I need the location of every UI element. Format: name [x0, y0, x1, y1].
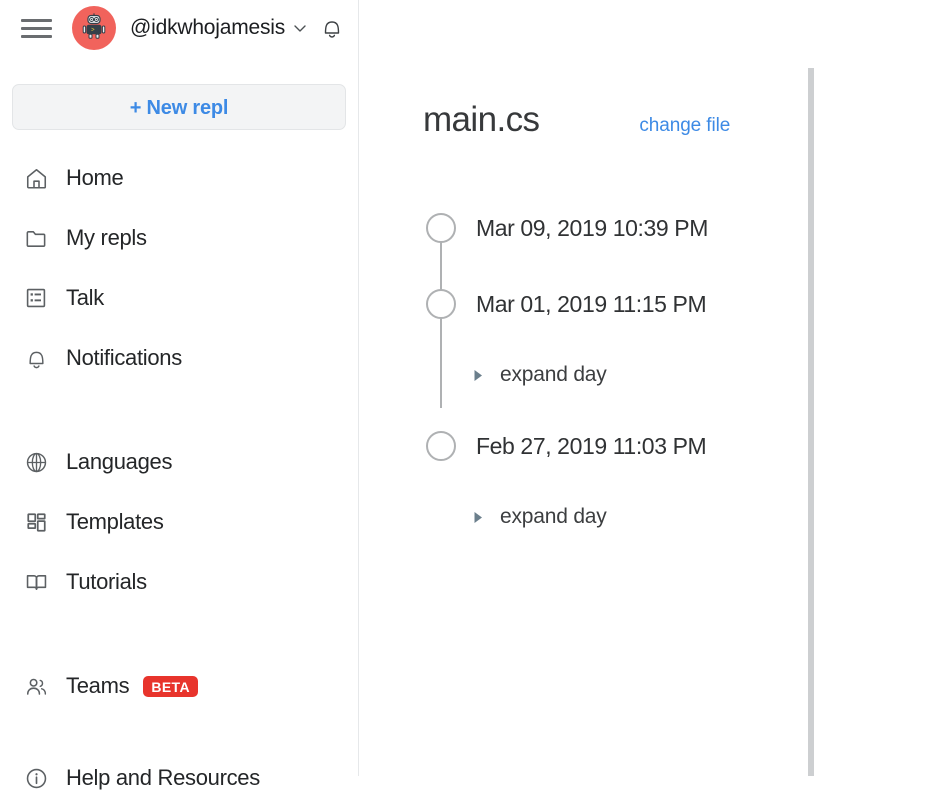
timeline-marker — [423, 370, 459, 484]
file-history-panel: main.cs change file Mar 09, 2019 10:39 P… — [359, 0, 940, 550]
timeline-node-icon — [426, 431, 456, 461]
info-icon — [22, 764, 50, 792]
sidebar-item-label: Home — [66, 165, 124, 190]
sidebar-item-label: Help and Resources — [66, 765, 260, 790]
expand-day-label: expand day — [500, 363, 607, 386]
sidebar-item-label: Teams — [66, 673, 130, 698]
globe-icon — [22, 448, 50, 476]
sidebar-item-label: Languages — [66, 449, 173, 474]
sidebar-group-help: Help and Resources — [0, 748, 358, 808]
sidebar-item-label: Notifications — [66, 345, 182, 370]
svg-text:>: > — [91, 27, 95, 34]
timeline-connector — [440, 370, 442, 408]
avatar[interactable]: > — [72, 6, 116, 50]
sidebar-item-languages[interactable]: Languages — [0, 432, 358, 492]
sidebar-item-templates[interactable]: Templates — [0, 492, 358, 552]
sidebar-header: > @idkwhojamesis — [0, 0, 358, 56]
grid-icon — [22, 508, 50, 536]
status-badge: BETA — [143, 675, 198, 697]
sidebar-item-label: Talk — [66, 285, 104, 310]
hamburger-menu-icon[interactable] — [14, 8, 60, 48]
users-icon — [22, 672, 50, 700]
change-file-link[interactable]: change file — [639, 115, 730, 137]
main-content: main.cs change file Mar 09, 2019 10:39 P… — [359, 0, 940, 776]
timeline-entry[interactable]: Feb 27, 2019 11:03 PM — [423, 370, 940, 484]
timeline-node-icon — [426, 289, 456, 319]
caret-right-icon — [471, 510, 485, 524]
file-header: main.cs change file — [423, 100, 940, 156]
sidebar-item-label: Tutorials — [66, 569, 147, 594]
new-repl-button[interactable]: + New repl — [12, 84, 346, 130]
sidebar-item-my-repls[interactable]: My repls — [0, 208, 358, 268]
sidebar: > @idkwhojamesis + New repl Home My repl… — [0, 0, 359, 790]
timeline-entry[interactable]: Mar 01, 2019 11:15 PM — [423, 228, 940, 380]
timeline-node-icon — [426, 213, 456, 243]
notifications-bell-icon[interactable] — [320, 15, 344, 41]
app-root: > @idkwhojamesis + New repl Home My repl… — [0, 0, 940, 790]
chevron-down-icon[interactable] — [292, 20, 308, 36]
expand-day-button[interactable]: expand day — [423, 484, 940, 550]
robot-avatar-icon: > — [82, 13, 106, 39]
sidebar-item-label: My repls — [66, 225, 147, 250]
timeline-date-label: Feb 27, 2019 11:03 PM — [476, 432, 707, 459]
list-box-icon — [22, 284, 50, 312]
timeline-date-label: Mar 09, 2019 10:39 PM — [476, 214, 708, 241]
timeline-date-label: Mar 01, 2019 11:15 PM — [476, 290, 707, 317]
expand-day-button[interactable]: expand day — [423, 342, 940, 408]
sidebar-item-home[interactable]: Home — [0, 148, 358, 208]
sidebar-item-notifications[interactable]: Notifications — [0, 328, 358, 388]
sidebar-item-tutorials[interactable]: Tutorials — [0, 552, 358, 612]
book-icon — [22, 568, 50, 596]
vertical-scrollbar[interactable] — [808, 68, 814, 776]
timeline-entry[interactable]: Mar 09, 2019 10:39 PM — [423, 190, 940, 304]
bell-icon — [22, 344, 50, 372]
sidebar-group-primary: Home My repls Talk Notifications — [0, 148, 358, 388]
history-timeline: Mar 09, 2019 10:39 PM Mar 01, 2019 11:15… — [423, 190, 940, 550]
sidebar-item-teams[interactable]: Teams BETA — [0, 656, 358, 716]
sidebar-item-help-and-resources[interactable]: Help and Resources — [0, 748, 358, 808]
expand-day-label: expand day — [500, 505, 607, 528]
home-icon — [22, 164, 50, 192]
sidebar-item-label: Templates — [66, 509, 164, 534]
folder-icon — [22, 224, 50, 252]
username-label[interactable]: @idkwhojamesis — [130, 16, 285, 40]
caret-right-icon — [471, 368, 485, 382]
page-title: main.cs — [423, 100, 540, 139]
sidebar-group-explore: Languages Templates Tutorials — [0, 432, 358, 612]
sidebar-group-teams: Teams BETA — [0, 656, 358, 716]
sidebar-item-talk[interactable]: Talk — [0, 268, 358, 328]
